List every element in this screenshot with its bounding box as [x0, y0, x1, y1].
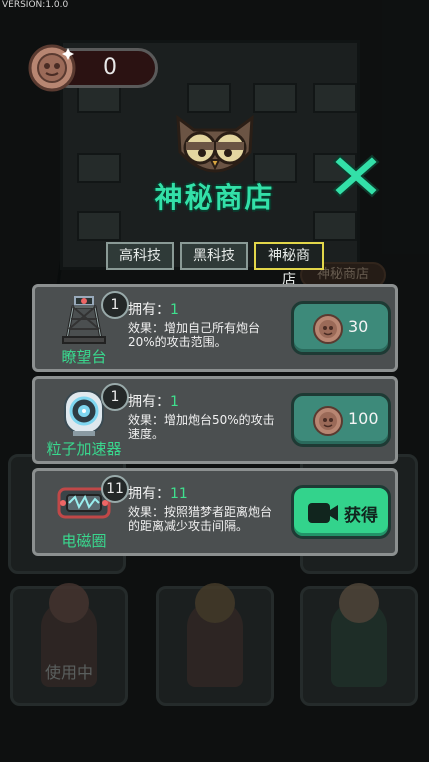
buy-button[interactable]: 100	[291, 393, 391, 447]
item-owned-count: 11	[170, 486, 188, 502]
version-label: VERSION:1.0.0	[2, 0, 69, 10]
video-camera-icon	[308, 503, 338, 523]
close-icon[interactable]	[332, 152, 380, 200]
shop-item-card: 1 粒子加速器 拥有：1 效果：增加炮台50%的攻击速度。 100	[32, 376, 398, 464]
coin-icon	[28, 44, 76, 92]
item-owned-count: 1	[170, 302, 179, 318]
item-effect: 效果：增加自己所有炮台20%的攻击范围。	[128, 321, 261, 349]
item-owned: 拥有：1	[128, 394, 179, 410]
item-icon-wrap: 11 电磁圈	[41, 473, 129, 553]
owl-mascot-icon	[176, 114, 254, 173]
buy-price: 100	[348, 409, 379, 428]
coin-value: 0	[103, 55, 117, 80]
item-name: 粒子加速器	[46, 440, 122, 458]
tab-high-tech[interactable]: 高科技	[106, 242, 174, 270]
item-count-badge: 11	[101, 475, 129, 503]
item-name: 瞭望台	[61, 348, 107, 366]
item-effect: 效果：按照猎梦者距离炮台的距离减少攻击间隔。	[128, 505, 273, 533]
tab-black-tech[interactable]: 黑科技	[180, 242, 248, 270]
item-owned: 拥有：11	[128, 486, 188, 502]
buy-price: 30	[348, 317, 369, 336]
item-name: 电磁圈	[61, 532, 107, 550]
shop-item-card: 11 电磁圈 拥有：11 效果：按照猎梦者距离炮台的距离减少攻击间隔。 获得	[32, 468, 398, 556]
item-effect: 效果：增加炮台50%的攻击速度。	[128, 413, 275, 441]
tab-mystery-shop[interactable]: 神秘商店	[254, 242, 324, 288]
item-count-badge: 1	[101, 291, 129, 319]
item-owned-count: 1	[170, 394, 179, 410]
item-icon-wrap: 1 粒子加速器	[41, 381, 129, 461]
get-label: 获得	[344, 506, 378, 526]
item-owned: 拥有：1	[128, 302, 179, 318]
shop-item-card: 1 瞭望台 拥有：1 效果：增加自己所有炮台20%的攻击范围。 30	[32, 284, 398, 372]
coin-icon	[313, 314, 343, 344]
coin-icon	[313, 406, 343, 436]
item-count-badge: 1	[101, 383, 129, 411]
watch-video-get-button[interactable]: 获得	[291, 485, 391, 539]
buy-button[interactable]: 30	[291, 301, 391, 355]
item-icon-wrap: 1 瞭望台	[41, 289, 129, 369]
